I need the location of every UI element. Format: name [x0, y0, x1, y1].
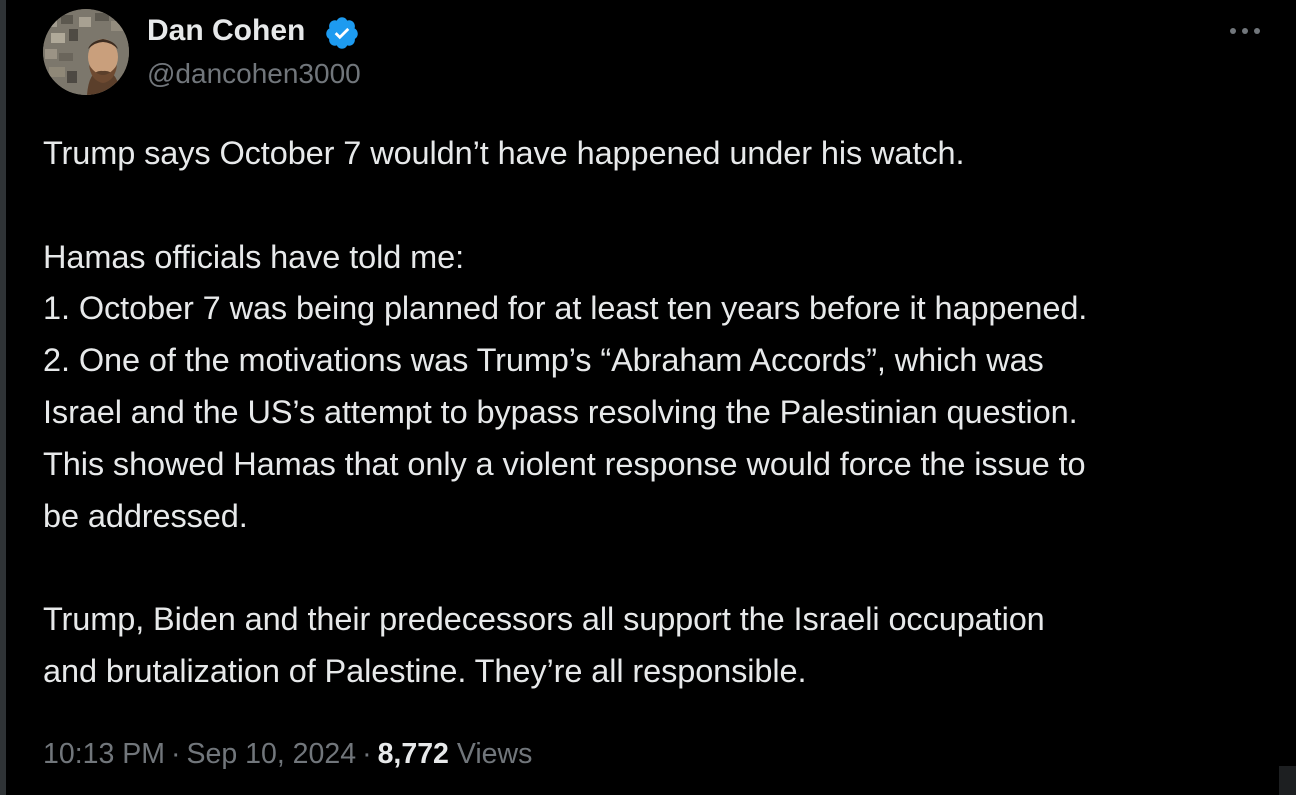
tweet-blank-line — [43, 180, 1283, 232]
avatar-photo — [43, 9, 129, 95]
meta-separator: · — [171, 738, 181, 770]
tweet-line: be addressed. — [43, 497, 248, 534]
verified-badge-icon[interactable] — [324, 15, 360, 51]
avatar[interactable] — [43, 9, 129, 95]
tweet-line: Hamas officials have told me: — [43, 238, 464, 275]
views-count[interactable]: 8,772 — [378, 738, 449, 770]
meta-separator: · — [362, 738, 372, 770]
tweet-date[interactable]: Sep 10, 2024 — [187, 738, 357, 770]
tweet-text: Trump says October 7 wouldn’t have happe… — [43, 128, 1283, 698]
more-options-icon[interactable] — [1226, 20, 1264, 42]
tweet-line: 2. One of the motivations was Trump’s “A… — [43, 342, 1044, 379]
tweet-line: and brutalization of Palestine. They’re … — [43, 652, 807, 689]
views-label: Views — [456, 738, 533, 770]
tweet-line: Israel and the US’s attempt to bypass re… — [43, 393, 1078, 430]
tweet-line: Trump says October 7 wouldn’t have happe… — [43, 135, 965, 171]
scrollbar-corner — [1279, 766, 1296, 795]
tweet-meta: 10:13 PM · Sep 10, 2024 · 8,772 Views — [43, 734, 532, 774]
tweet: Dan Cohen @dancohen3000 Trump says Octob… — [0, 0, 1296, 795]
author-handle[interactable]: @dancohen3000 — [147, 57, 361, 91]
author-display-name[interactable]: Dan Cohen — [147, 12, 305, 50]
tweet-line: This showed Hamas that only a violent re… — [43, 445, 1086, 482]
tweet-blank-line — [43, 542, 1283, 594]
tweet-line: Trump, Biden and their predecessors all … — [43, 601, 1045, 638]
tweet-time[interactable]: 10:13 PM — [43, 738, 165, 770]
tweet-line: 1. October 7 was being planned for at le… — [43, 290, 1088, 327]
